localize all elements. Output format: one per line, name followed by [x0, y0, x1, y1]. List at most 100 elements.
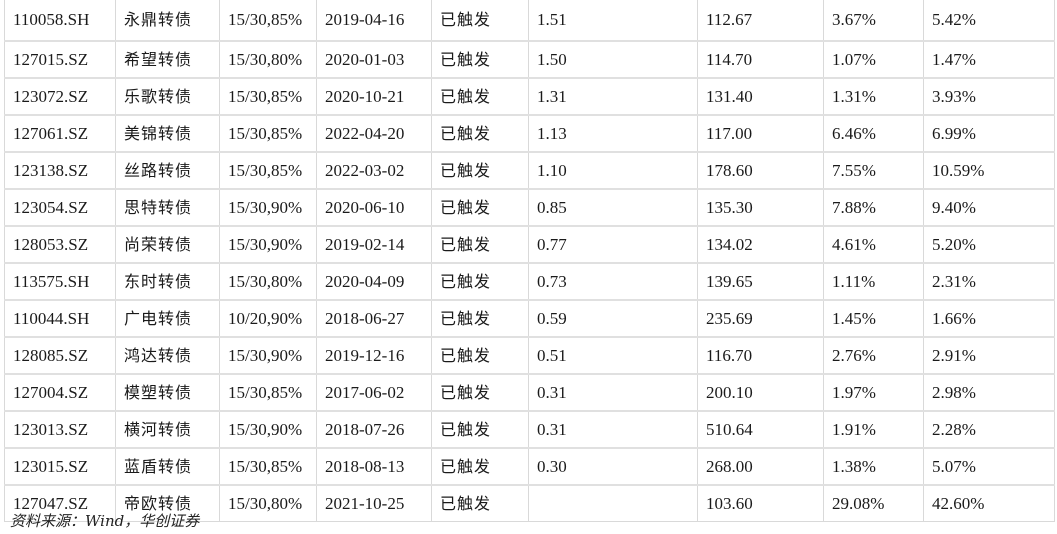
- table-row: 113575.SH 东时转债 15/30,80% 2020-04-09 已触发 0.73 1…: [4, 262, 1055, 301]
- cell-bond-code: 123054.SZ: [4, 188, 116, 227]
- cell-bond-code: 123015.SZ: [4, 447, 116, 486]
- cell-bond-name: 丝路转债: [115, 151, 220, 190]
- table-row: 110058.SH 永鼎转债 15/30,85% 2019-04-16 已触发 1.51 1…: [4, 0, 1055, 42]
- source-note: 资料来源：Wind，华创证券: [10, 512, 200, 530]
- cell-premium-rate-a: 1.38%: [823, 447, 924, 486]
- cell-bond-name: 广电转债: [115, 299, 220, 338]
- cell-trigger-date: 2019-12-16: [316, 336, 432, 375]
- cell-premium-rate-a: 29.08%: [823, 484, 924, 522]
- cell-bond-code: 110058.SH: [4, 0, 116, 42]
- cell-bond-name: 模塑转债: [115, 373, 220, 412]
- cell-trigger-condition: 10/20,90%: [219, 299, 317, 338]
- cell-bond-price: 200.10: [697, 373, 824, 412]
- cell-ratio: 0.59: [528, 299, 698, 338]
- cell-ratio: 0.51: [528, 336, 698, 375]
- cell-trigger-status: 已触发: [431, 410, 529, 449]
- cell-premium-rate-a: 1.97%: [823, 373, 924, 412]
- table-row: 127004.SZ 模塑转债 15/30,85% 2017-06-02 已触发 0.31 2…: [4, 373, 1055, 412]
- table-row: 123072.SZ 乐歌转债 15/30,85% 2020-10-21 已触发 1.31 1…: [4, 77, 1055, 116]
- cell-bond-price: 139.65: [697, 262, 824, 301]
- table-body: 110058.SH 永鼎转债 15/30,85% 2019-04-16 已触发 1.51 1…: [4, 0, 1055, 522]
- cell-ratio: 1.10: [528, 151, 698, 190]
- cell-bond-code: 123138.SZ: [4, 151, 116, 190]
- cell-premium-rate-b: 42.60%: [923, 484, 1055, 522]
- cell-trigger-date: 2021-10-25: [316, 484, 432, 522]
- table-row: 127061.SZ 美锦转债 15/30,85% 2022-04-20 已触发 1.13 1…: [4, 114, 1055, 153]
- cell-premium-rate-a: 6.46%: [823, 114, 924, 153]
- cell-trigger-condition: 15/30,85%: [219, 77, 317, 116]
- cell-trigger-condition: 15/30,85%: [219, 151, 317, 190]
- cell-bond-name: 蓝盾转债: [115, 447, 220, 486]
- cell-premium-rate-a: 1.31%: [823, 77, 924, 116]
- table-row: 110044.SH 广电转债 10/20,90% 2018-06-27 已触发 0.59 2…: [4, 299, 1055, 338]
- cell-bond-code: 127061.SZ: [4, 114, 116, 153]
- table-row: 123054.SZ 思特转债 15/30,90% 2020-06-10 已触发 0.85 1…: [4, 188, 1055, 227]
- cell-bond-price: 131.40: [697, 77, 824, 116]
- cell-premium-rate-b: 10.59%: [923, 151, 1055, 190]
- cell-trigger-condition: 15/30,90%: [219, 336, 317, 375]
- cell-trigger-status: 已触发: [431, 225, 529, 264]
- cell-trigger-status: 已触发: [431, 151, 529, 190]
- cell-premium-rate-b: 5.07%: [923, 447, 1055, 486]
- cell-bond-price: 268.00: [697, 447, 824, 486]
- table-row: 123015.SZ 蓝盾转债 15/30,85% 2018-08-13 已触发 0.30 2…: [4, 447, 1055, 486]
- cell-bond-name: 东时转债: [115, 262, 220, 301]
- cell-ratio: 1.13: [528, 114, 698, 153]
- cell-bond-price: 114.70: [697, 40, 824, 79]
- table-row: 123013.SZ 横河转债 15/30,90% 2018-07-26 已触发 0.31 5…: [4, 410, 1055, 449]
- cell-bond-code: 113575.SH: [4, 262, 116, 301]
- convertible-bond-table: 110058.SH 永鼎转债 15/30,85% 2019-04-16 已触发 1.51 1…: [4, 0, 1055, 522]
- cell-ratio: 0.85: [528, 188, 698, 227]
- cell-trigger-condition: 15/30,80%: [219, 484, 317, 522]
- cell-bond-price: 135.30: [697, 188, 824, 227]
- cell-trigger-condition: 15/30,85%: [219, 114, 317, 153]
- cell-premium-rate-b: 2.91%: [923, 336, 1055, 375]
- cell-bond-price: 103.60: [697, 484, 824, 522]
- table-row: 128053.SZ 尚荣转债 15/30,90% 2019-02-14 已触发 0.77 1…: [4, 225, 1055, 264]
- cell-premium-rate-a: 2.76%: [823, 336, 924, 375]
- cell-bond-name: 美锦转债: [115, 114, 220, 153]
- cell-trigger-date: 2017-06-02: [316, 373, 432, 412]
- cell-premium-rate-b: 9.40%: [923, 188, 1055, 227]
- cell-trigger-status: 已触发: [431, 484, 529, 522]
- cell-trigger-status: 已触发: [431, 0, 529, 42]
- cell-trigger-date: 2022-03-02: [316, 151, 432, 190]
- cell-premium-rate-a: 1.91%: [823, 410, 924, 449]
- cell-premium-rate-a: 1.07%: [823, 40, 924, 79]
- cell-bond-code: 123072.SZ: [4, 77, 116, 116]
- cell-trigger-date: 2020-10-21: [316, 77, 432, 116]
- cell-trigger-status: 已触发: [431, 40, 529, 79]
- cell-bond-price: 134.02: [697, 225, 824, 264]
- cell-trigger-date: 2019-02-14: [316, 225, 432, 264]
- cell-ratio: 1.51: [528, 0, 698, 42]
- cell-ratio: 0.31: [528, 410, 698, 449]
- cell-premium-rate-a: 7.55%: [823, 151, 924, 190]
- cell-premium-rate-a: 1.45%: [823, 299, 924, 338]
- cell-trigger-status: 已触发: [431, 447, 529, 486]
- cell-trigger-date: 2020-04-09: [316, 262, 432, 301]
- cell-ratio: 1.50: [528, 40, 698, 79]
- table-row: 123138.SZ 丝路转债 15/30,85% 2022-03-02 已触发 1.10 1…: [4, 151, 1055, 190]
- cell-trigger-date: 2018-06-27: [316, 299, 432, 338]
- cell-bond-price: 112.67: [697, 0, 824, 42]
- cell-bond-code: 127004.SZ: [4, 373, 116, 412]
- cell-premium-rate-b: 2.28%: [923, 410, 1055, 449]
- cell-premium-rate-a: 3.67%: [823, 0, 924, 42]
- cell-trigger-date: 2020-06-10: [316, 188, 432, 227]
- cell-trigger-condition: 15/30,80%: [219, 262, 317, 301]
- cell-bond-name: 乐歌转债: [115, 77, 220, 116]
- cell-bond-code: 128053.SZ: [4, 225, 116, 264]
- cell-bond-price: 510.64: [697, 410, 824, 449]
- cell-premium-rate-a: 1.11%: [823, 262, 924, 301]
- cell-trigger-condition: 15/30,90%: [219, 225, 317, 264]
- bond-table-container: 110058.SH 永鼎转债 15/30,85% 2019-04-16 已触发 1.51 1…: [4, 0, 1055, 522]
- cell-trigger-condition: 15/30,90%: [219, 188, 317, 227]
- cell-ratio: 0.73: [528, 262, 698, 301]
- table-row: 128085.SZ 鸿达转债 15/30,90% 2019-12-16 已触发 0.51 1…: [4, 336, 1055, 375]
- cell-trigger-status: 已触发: [431, 188, 529, 227]
- cell-premium-rate-b: 1.66%: [923, 299, 1055, 338]
- cell-trigger-date: 2022-04-20: [316, 114, 432, 153]
- cell-trigger-status: 已触发: [431, 77, 529, 116]
- cell-bond-name: 希望转债: [115, 40, 220, 79]
- cell-bond-name: 尚荣转债: [115, 225, 220, 264]
